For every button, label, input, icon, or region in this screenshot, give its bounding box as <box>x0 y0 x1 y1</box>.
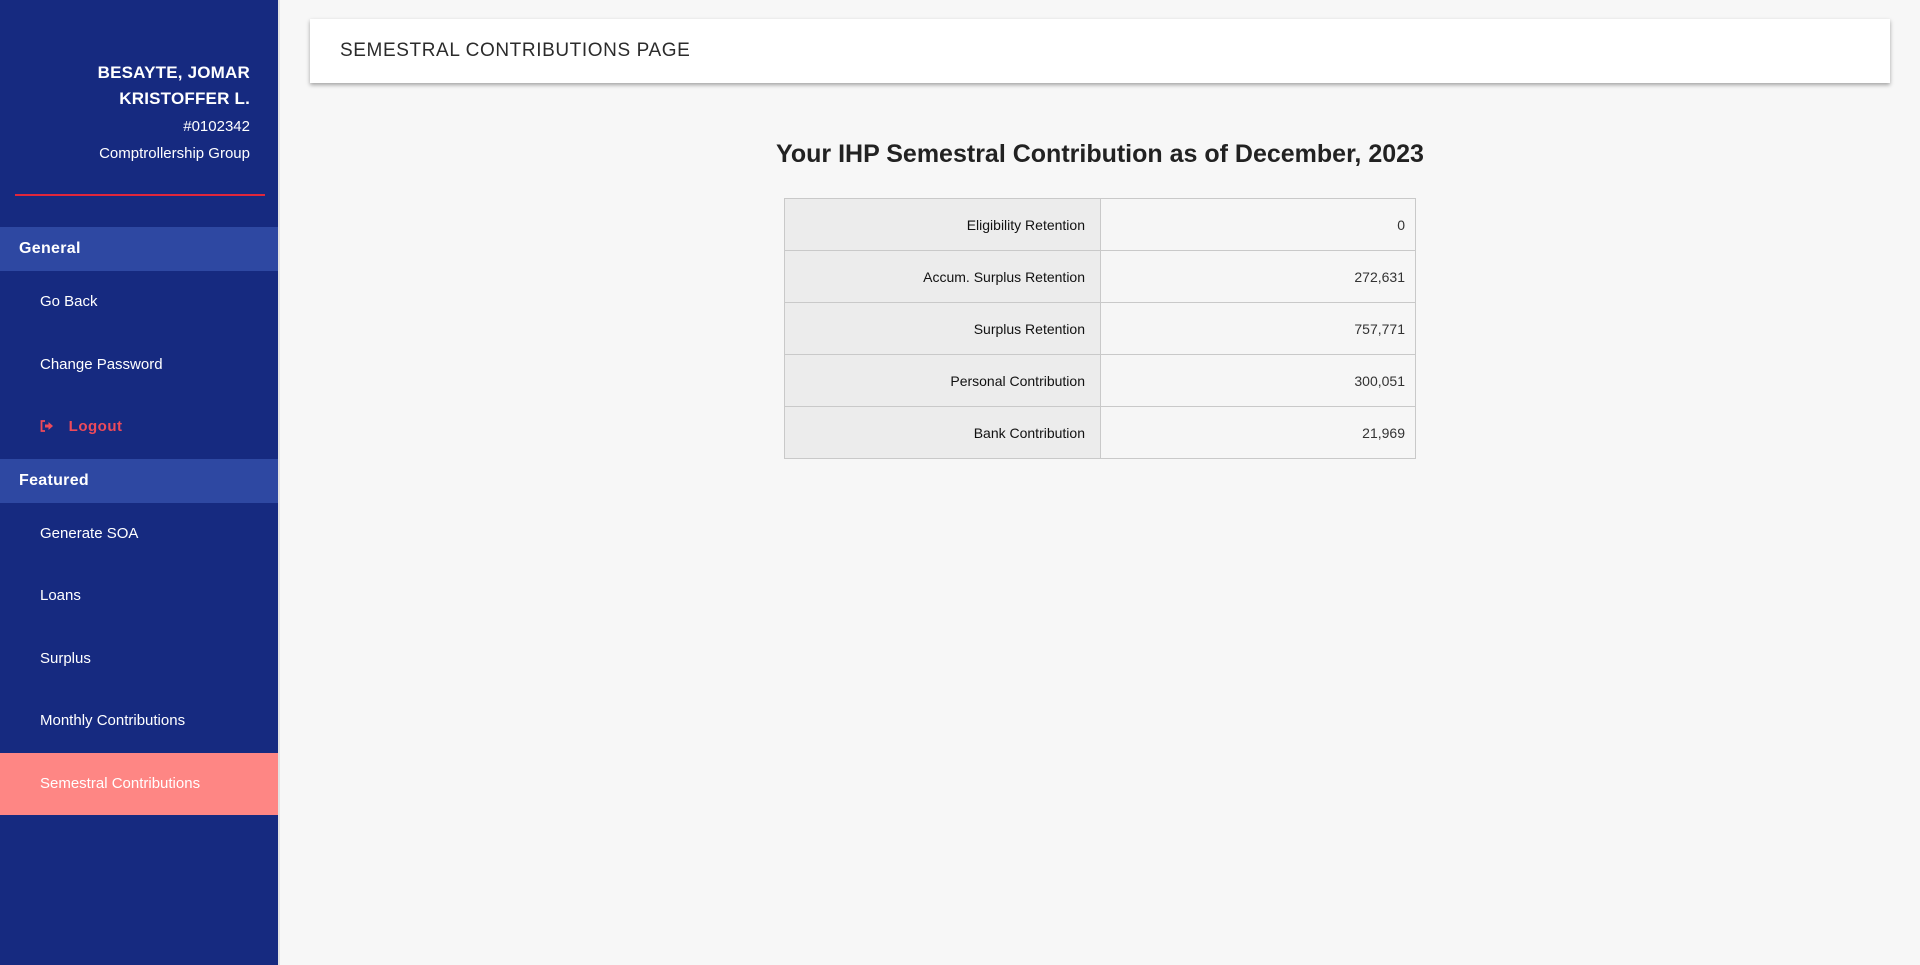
user-name-line2: KRISTOFFER L. <box>119 89 250 108</box>
row-value: 0 <box>1100 198 1416 251</box>
page-header: SEMESTRAL CONTRIBUTIONS PAGE <box>310 19 1890 83</box>
row-value: 272,631 <box>1100 250 1416 303</box>
sidebar: BESAYTE, JOMAR KRISTOFFER L. #0102342 Co… <box>0 0 280 965</box>
sidebar-item-label: Surplus <box>40 650 91 667</box>
sidebar-item-label: Logout <box>68 418 123 435</box>
table-row: Surplus Retention 757,771 <box>784 302 1416 355</box>
contribution-table: Eligibility Retention 0 Accum. Surplus R… <box>784 198 1416 459</box>
table-row: Eligibility Retention 0 <box>784 198 1416 251</box>
sidebar-divider <box>15 194 265 196</box>
user-name-line1: BESAYTE, JOMAR <box>97 63 250 82</box>
sidebar-item-change-password[interactable]: Change Password <box>0 334 280 396</box>
sidebar-item-label: Generate SOA <box>40 525 139 542</box>
sign-out-icon <box>40 420 53 432</box>
contribution-heading: Your IHP Semestral Contribution as of De… <box>776 140 1424 168</box>
row-label: Bank Contribution <box>784 406 1101 459</box>
row-label: Personal Contribution <box>784 354 1101 407</box>
section-header-general: General <box>0 227 280 271</box>
table-row: Personal Contribution 300,051 <box>784 354 1416 407</box>
sidebar-item-semestral-contributions[interactable]: Semestral Contributions <box>0 753 280 815</box>
table-row: Bank Contribution 21,969 <box>784 406 1416 459</box>
table-row: Accum. Surplus Retention 272,631 <box>784 250 1416 303</box>
sidebar-item-label: Loans <box>40 587 81 604</box>
sidebar-item-generate-soa[interactable]: Generate SOA <box>0 503 280 565</box>
sidebar-item-label: Semestral Contributions <box>40 775 201 792</box>
sidebar-item-logout[interactable]: Logout <box>0 396 280 458</box>
row-label: Accum. Surplus Retention <box>784 250 1101 303</box>
row-value: 21,969 <box>1100 406 1416 459</box>
user-id: #0102342 <box>183 118 250 135</box>
user-info: BESAYTE, JOMAR KRISTOFFER L. #0102342 Co… <box>10 60 250 165</box>
sidebar-item-label: Monthly Contributions <box>40 712 186 729</box>
sidebar-item-label: Change Password <box>40 356 163 373</box>
row-value: 300,051 <box>1100 354 1416 407</box>
row-label: Surplus Retention <box>784 302 1101 355</box>
sidebar-item-monthly-contributions[interactable]: Monthly Contributions <box>0 690 280 752</box>
row-label: Eligibility Retention <box>784 198 1101 251</box>
sidebar-item-surplus[interactable]: Surplus <box>0 628 280 690</box>
section-header-featured: Featured <box>0 459 280 503</box>
user-group: Comptrollership Group <box>99 145 250 162</box>
sidebar-item-go-back[interactable]: Go Back <box>0 271 280 333</box>
sidebar-item-loans[interactable]: Loans <box>0 565 280 627</box>
row-value: 757,771 <box>1100 302 1416 355</box>
sidebar-item-label: Go Back <box>40 293 98 310</box>
page-title: SEMESTRAL CONTRIBUTIONS PAGE <box>340 40 691 61</box>
